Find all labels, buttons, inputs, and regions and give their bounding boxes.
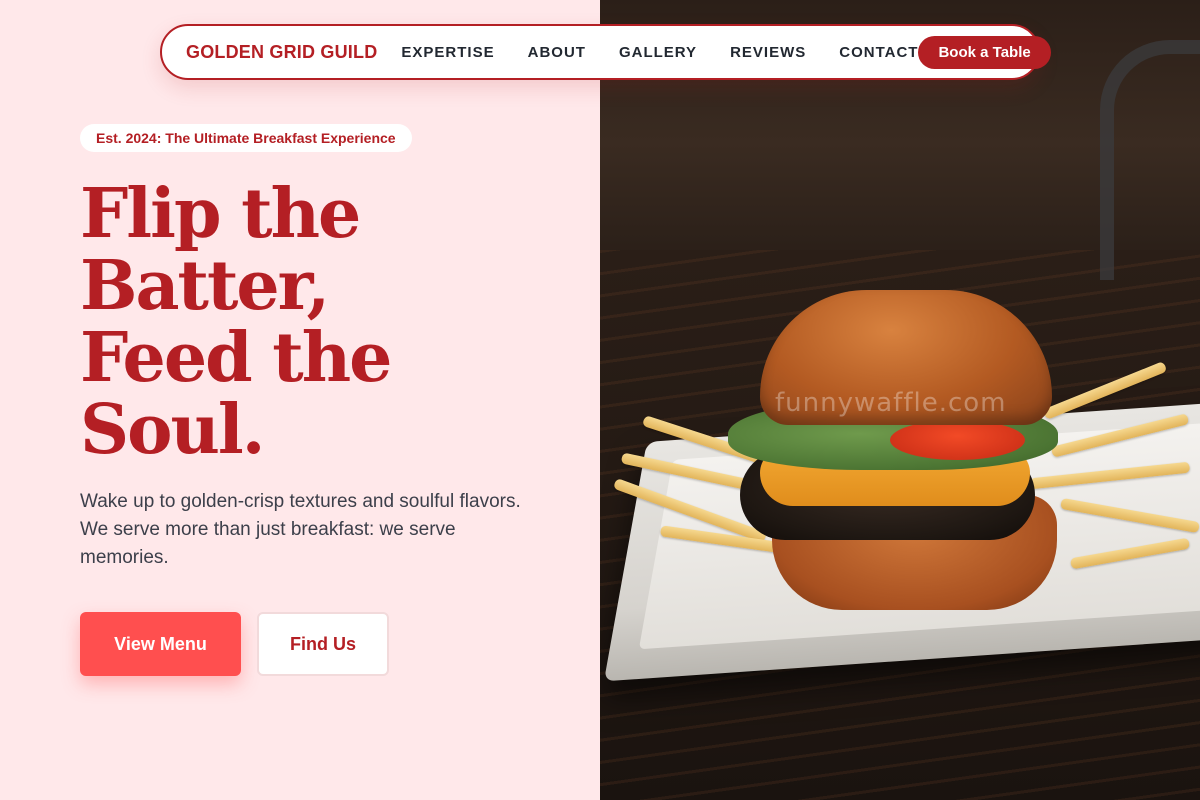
nav-link-contact[interactable]: CONTACT (839, 44, 918, 61)
burger-photo: funnywaffle.com (600, 0, 1200, 800)
headline-line: Soul. (80, 390, 265, 470)
hero-description: Wake up to golden-crisp textures and sou… (80, 491, 521, 568)
book-table-button[interactable]: Book a Table (918, 35, 1051, 69)
nav-links: EXPERTISE ABOUT GALLERY REVIEWS CONTACT (401, 44, 918, 61)
view-menu-button[interactable]: View Menu (80, 612, 241, 676)
photo-tomato (890, 420, 1025, 460)
hero-headline: Flip the Batter, Feed the Soul. (80, 178, 560, 466)
nav-link-reviews[interactable]: REVIEWS (730, 44, 806, 61)
brand-logo[interactable]: GOLDEN GRID GUILD (186, 42, 377, 63)
nav-link-about[interactable]: ABOUT (528, 44, 586, 61)
main-navigation: GOLDEN GRID GUILD EXPERTISE ABOUT GALLER… (160, 24, 1051, 80)
find-us-button[interactable]: Find Us (257, 612, 389, 676)
headline-line: Flip the (80, 174, 361, 254)
photo-watermark: funnywaffle.com (775, 388, 1007, 418)
nav-link-gallery[interactable]: GALLERY (619, 44, 697, 61)
headline-line: Feed the (80, 318, 392, 398)
headline-line: Batter, (80, 246, 330, 326)
photo-chair-handle (1100, 40, 1200, 280)
established-badge: Est. 2024: The Ultimate Breakfast Experi… (80, 124, 412, 152)
nav-link-expertise[interactable]: EXPERTISE (401, 44, 494, 61)
